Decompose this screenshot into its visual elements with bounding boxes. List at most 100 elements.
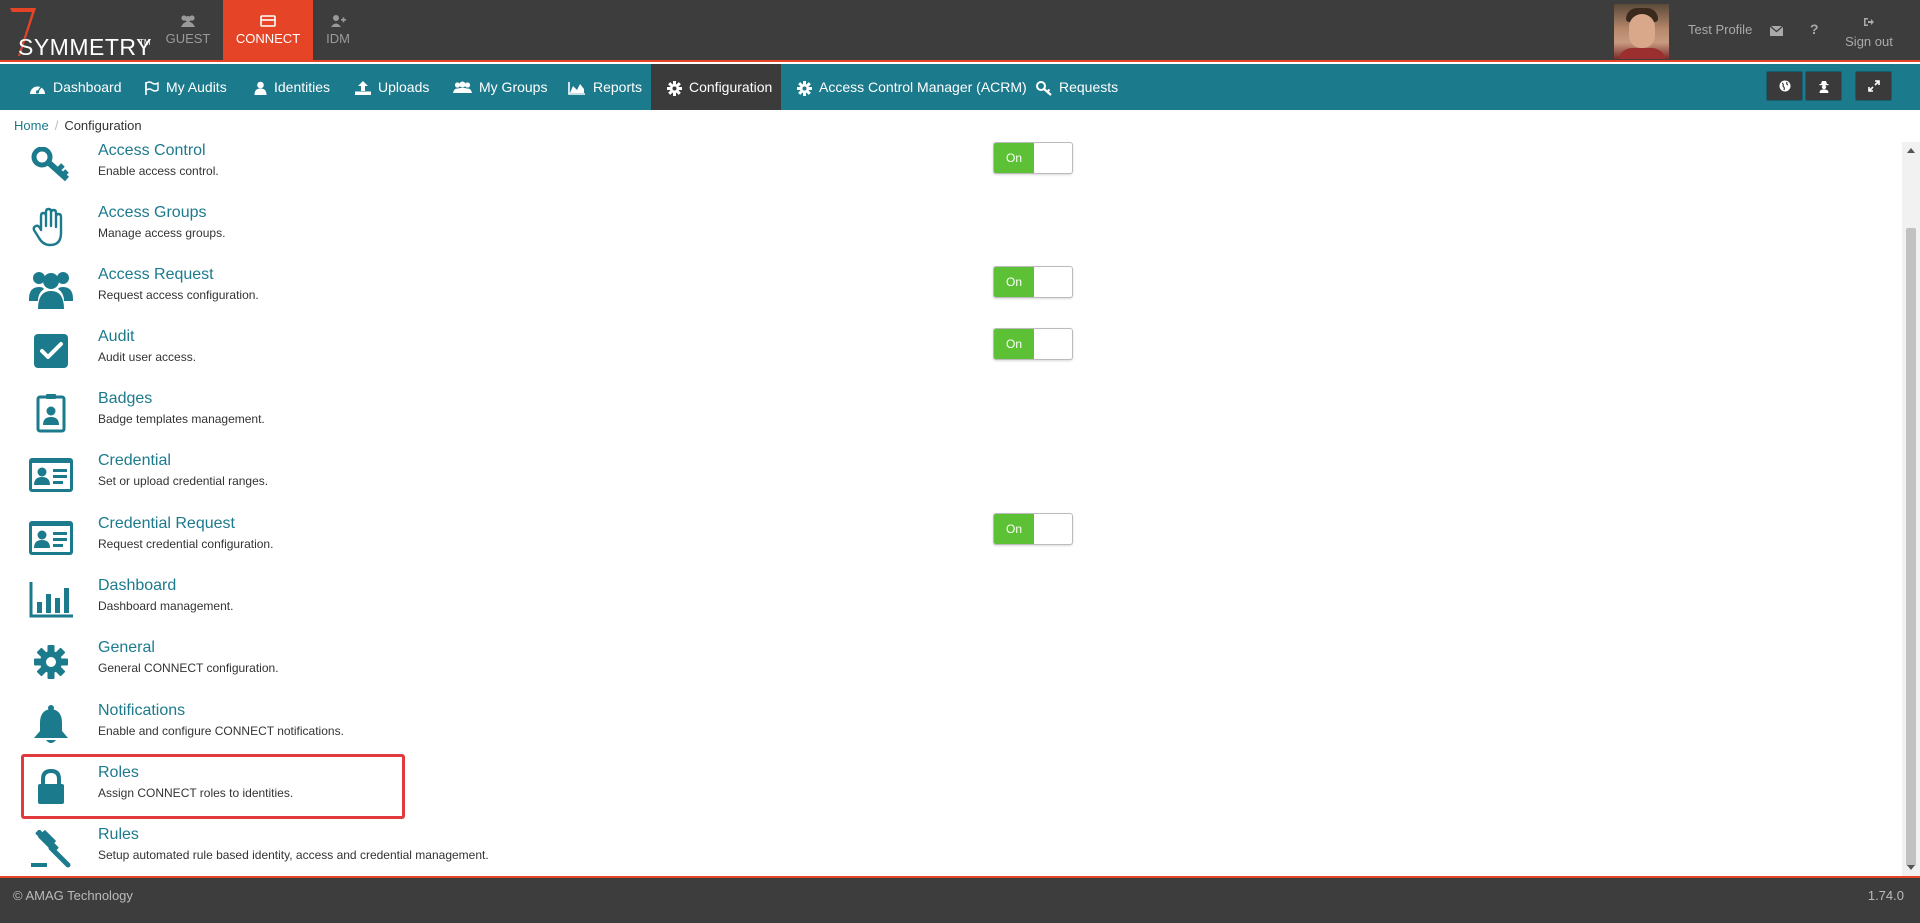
expand-icon xyxy=(1867,80,1880,92)
logo-text: SYMMETRY xyxy=(18,34,152,60)
nav-dashboard[interactable]: Dashboard xyxy=(29,64,122,110)
scrollbar-thumb[interactable] xyxy=(1906,228,1916,866)
user-profile-link[interactable]: Test Profile xyxy=(1688,22,1752,37)
audit-toggle[interactable]: On xyxy=(993,328,1073,360)
config-item-access-groups[interactable]: Access Groups Manage access groups. xyxy=(0,204,1100,266)
app-tab-idm[interactable]: IDM xyxy=(315,0,361,62)
access-request-toggle[interactable]: On xyxy=(993,266,1073,298)
nav-configuration[interactable]: Configuration xyxy=(651,64,781,110)
config-item-desc: Enable access control. xyxy=(98,164,219,178)
breadcrumb-home[interactable]: Home xyxy=(14,118,49,133)
flag-icon xyxy=(145,81,159,95)
nav-identities[interactable]: Identities xyxy=(254,64,330,110)
toggle-on-label: On xyxy=(994,143,1034,173)
config-item-title[interactable]: General xyxy=(98,639,155,657)
mail-icon[interactable] xyxy=(1769,23,1784,39)
footer: © AMAG Technology 1.74.0 xyxy=(0,876,1920,923)
config-item-badges[interactable]: Badges Badge templates management. xyxy=(0,390,1100,452)
config-item-desc: Audit user access. xyxy=(98,350,197,364)
config-item-general[interactable]: General General CONNECT configuration. xyxy=(0,639,1100,701)
toggle-on-label: On xyxy=(994,267,1034,297)
config-item-title[interactable]: Access Control xyxy=(98,142,206,160)
gear-icon xyxy=(667,80,682,96)
fullscreen-button[interactable] xyxy=(1855,71,1892,101)
config-item-access-request[interactable]: Access Request Request access configurat… xyxy=(0,266,1100,328)
config-item-desc: Dashboard management. xyxy=(98,599,234,613)
nav-label: Access Control Manager (ACRM) xyxy=(819,79,1027,95)
config-item-title[interactable]: Dashboard xyxy=(98,577,176,595)
config-item-desc: Badge templates management. xyxy=(98,412,265,426)
upload-icon xyxy=(355,81,371,96)
configuration-list: Access Control Enable access control. On… xyxy=(0,142,1900,876)
config-item-title[interactable]: Audit xyxy=(98,328,134,346)
users-icon xyxy=(453,81,472,94)
badge-icon xyxy=(26,390,76,436)
language-button[interactable] xyxy=(1766,71,1803,101)
config-item-desc: Request credential configuration. xyxy=(98,537,274,551)
config-item-dashboard[interactable]: Dashboard Dashboard management. xyxy=(0,577,1100,639)
app-tab-connect[interactable]: CONNECT xyxy=(223,0,313,62)
key-icon xyxy=(1036,80,1052,96)
user-secret-icon xyxy=(1819,80,1828,93)
config-item-desc: Setup automated rule based identity, acc… xyxy=(98,848,489,862)
nav-label: My Groups xyxy=(479,79,548,95)
nav-label: Identities xyxy=(274,79,331,95)
user-icon xyxy=(254,81,267,96)
config-item-desc: Manage access groups. xyxy=(98,226,226,240)
dashboard-icon xyxy=(30,86,45,94)
scroll-down-arrow-icon[interactable] xyxy=(1907,865,1915,870)
toggle-on-label: On xyxy=(994,514,1034,544)
nav-label: Dashboard xyxy=(53,79,122,95)
app-tab-label: IDM xyxy=(326,31,350,46)
nav-uploads[interactable]: Uploads xyxy=(355,64,429,110)
key-icon xyxy=(26,142,76,188)
users-icon xyxy=(181,15,195,27)
config-item-access-control[interactable]: Access Control Enable access control. On xyxy=(0,142,1100,204)
nav-label: Reports xyxy=(593,79,643,95)
config-item-credential[interactable]: Credential Set or upload credential rang… xyxy=(0,452,1100,514)
config-item-desc: Request access configuration. xyxy=(98,288,259,302)
nav-requests[interactable]: Requests xyxy=(1036,64,1118,110)
config-item-credential-request[interactable]: Credential Request Request credential co… xyxy=(0,513,1100,577)
symmetry-logo[interactable]: SYMMETRY TM xyxy=(6,4,156,60)
globe-icon xyxy=(1779,80,1790,92)
nav-my-audits[interactable]: My Audits xyxy=(144,64,227,110)
config-item-title[interactable]: Rules xyxy=(98,826,139,844)
config-item-title[interactable]: Access Groups xyxy=(98,204,206,222)
config-item-title[interactable]: Notifications xyxy=(98,702,185,720)
config-item-title[interactable]: Credential xyxy=(98,452,171,470)
content-scrollbar[interactable] xyxy=(1902,142,1920,876)
app-tab-label: GUEST xyxy=(165,31,211,46)
config-item-title[interactable]: Access Request xyxy=(98,266,214,284)
toggle-on-label: On xyxy=(994,329,1034,359)
hand-icon xyxy=(26,204,76,250)
config-item-audit[interactable]: Audit Audit user access. On xyxy=(0,328,1100,390)
card-icon xyxy=(260,15,276,27)
breadcrumb-current: Configuration xyxy=(64,118,142,133)
nav-reports[interactable]: Reports xyxy=(568,64,642,110)
nav-acrm[interactable]: Access Control Manager (ACRM) xyxy=(797,64,1027,110)
privacy-button[interactable] xyxy=(1805,71,1842,101)
checkbox-icon xyxy=(26,328,76,374)
access-control-toggle[interactable]: On xyxy=(993,142,1073,174)
top-bar: SYMMETRY TM GUEST CONNECT IDM Test Profi… xyxy=(0,0,1920,62)
breadcrumb: Home / Configuration xyxy=(14,118,142,133)
app-tab-guest[interactable]: GUEST xyxy=(158,0,218,62)
logo-tm: TM xyxy=(139,38,151,47)
config-item-title[interactable]: Badges xyxy=(98,390,152,408)
credential-request-toggle[interactable]: On xyxy=(993,513,1073,545)
scroll-up-arrow-icon[interactable] xyxy=(1907,148,1915,153)
user-plus-icon xyxy=(331,15,346,27)
nav-label: Uploads xyxy=(378,79,430,95)
config-item-rules[interactable]: Rules Setup automated rule based identit… xyxy=(0,826,1100,876)
bar-chart-icon xyxy=(26,577,76,623)
nav-my-groups[interactable]: My Groups xyxy=(453,64,547,110)
sign-out-button[interactable]: Sign out xyxy=(1840,14,1898,49)
config-item-title[interactable]: Credential Request xyxy=(98,515,235,533)
gavel-icon xyxy=(26,826,76,872)
users-icon xyxy=(26,266,76,312)
user-avatar[interactable] xyxy=(1614,4,1669,59)
nav-label: Configuration xyxy=(689,79,773,95)
help-icon[interactable]: ? xyxy=(1810,21,1819,37)
sign-out-icon xyxy=(1864,18,1874,26)
